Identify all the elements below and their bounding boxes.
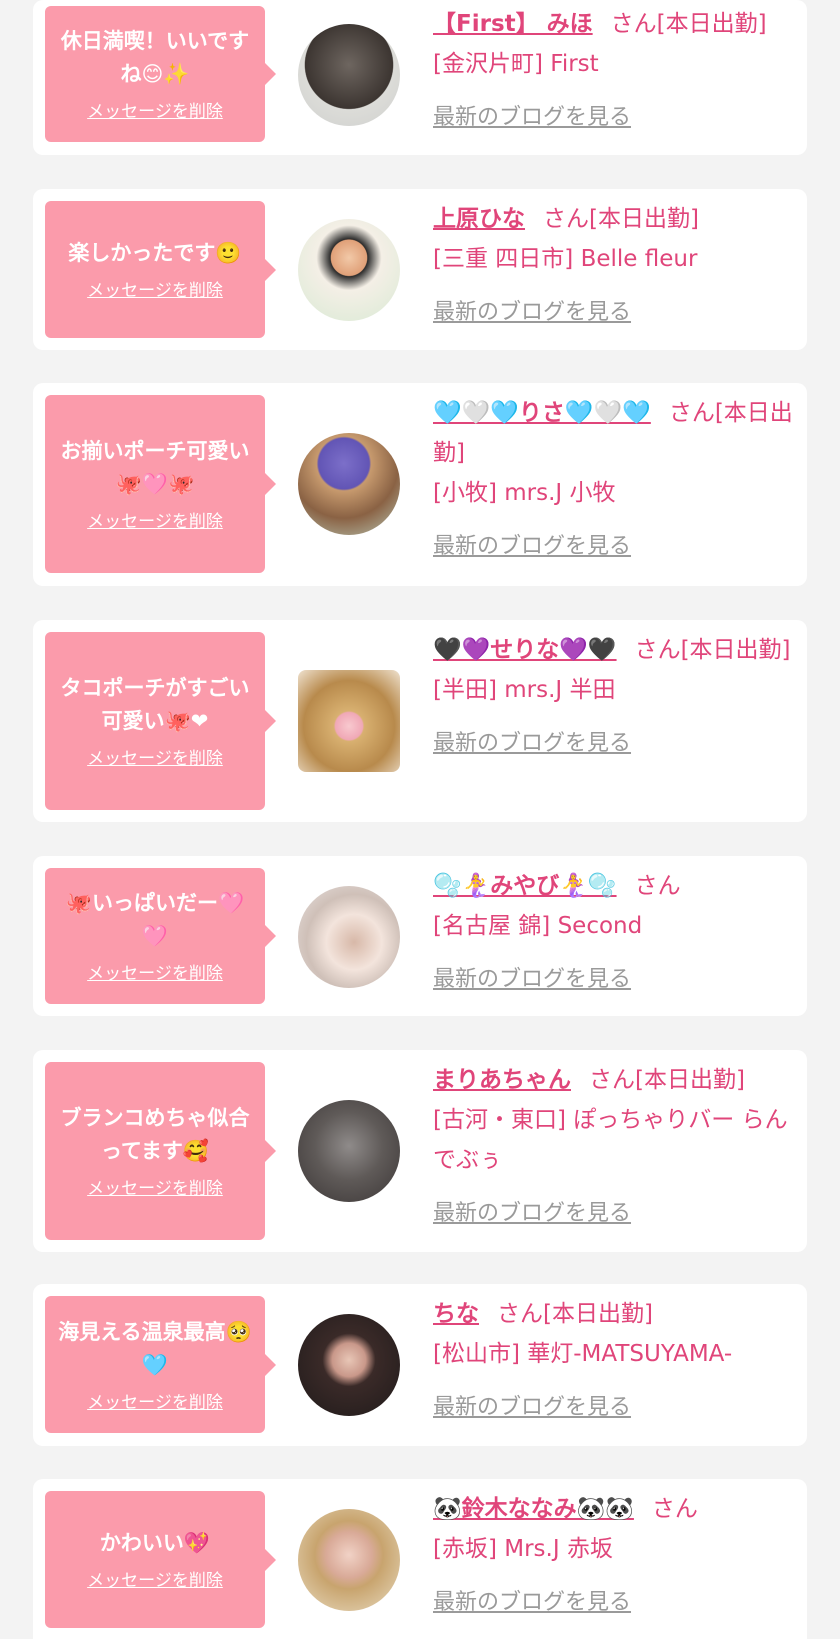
profile-name-link[interactable]: 上原ひな (433, 206, 525, 232)
profile-name-link[interactable]: ちな (433, 1301, 479, 1327)
message-text: 海見える温泉最高🥺🩵 (58, 1319, 252, 1377)
profile-name-link[interactable]: 🐼鈴木ななみ🐼🐼 (433, 1496, 634, 1522)
profile-info: ちな さん[本日出勤] [松山市] 華灯-MATSUYAMA- 最新のブログを見る (433, 1294, 797, 1428)
avatar[interactable] (298, 1509, 400, 1611)
message-bubble: 🐙いっぱいだー🩷🩷 メッセージを削除 (45, 868, 276, 1004)
delete-message-link[interactable]: メッセージを削除 (55, 280, 255, 302)
message-card: お揃いポーチ可愛い🐙🩷🐙 メッセージを削除 🩵🤍🩵りさ🩵🤍🩵 さん[本日出勤] [… (33, 383, 807, 586)
message-card: ブランコめちゃ似合ってます🥰 メッセージを削除 まりあちゃん さん[本日出勤] [… (33, 1050, 807, 1252)
message-card: 楽しかったです🙂 メッセージを削除 上原ひな さん[本日出勤] [三重 四日市] … (33, 189, 807, 350)
status-text: さん[本日出勤] (634, 637, 791, 663)
shop-text: [名古屋 錦] Second (433, 913, 643, 939)
avatar[interactable] (298, 1100, 400, 1202)
profile-info: 🐼鈴木ななみ🐼🐼 さん [赤坂] Mrs.J 赤坂 最新のブログを見る (433, 1489, 797, 1623)
message-text: 楽しかったです🙂 (68, 241, 242, 265)
message-bubble: 楽しかったです🙂 メッセージを削除 (45, 201, 276, 338)
avatar[interactable] (298, 433, 400, 535)
message-list: 休日満喫！いいですね😊✨ メッセージを削除 【First】 みほ さん[本日出勤]… (0, 0, 840, 1639)
shop-text: [松山市] 華灯-MATSUYAMA- (433, 1341, 733, 1367)
avatar[interactable] (298, 1314, 400, 1416)
delete-message-link[interactable]: メッセージを削除 (55, 963, 255, 985)
message-text: かわいい💖 (99, 1531, 211, 1555)
message-card: 海見える温泉最高🥺🩵 メッセージを削除 ちな さん[本日出勤] [松山市] 華灯-… (33, 1284, 807, 1446)
message-bubble: かわいい💖 メッセージを削除 (45, 1491, 276, 1628)
latest-blog-link[interactable]: 最新のブログを見る (433, 98, 631, 138)
profile-info: 🫧🧜‍♀️みやび🧜‍♀️🫧 さん [名古屋 錦] Second 最新のブログを見る (433, 866, 797, 1000)
profile-info: 上原ひな さん[本日出勤] [三重 四日市] Belle fleur 最新のブログ… (433, 199, 797, 333)
delete-message-link[interactable]: メッセージを削除 (55, 511, 255, 533)
message-card: 休日満喫！いいですね😊✨ メッセージを削除 【First】 みほ さん[本日出勤]… (33, 0, 807, 155)
message-text: タコポーチがすごい可愛い🐙❤ (60, 676, 250, 733)
message-card: 🐙いっぱいだー🩷🩷 メッセージを削除 🫧🧜‍♀️みやび🧜‍♀️🫧 さん [名古屋 … (33, 856, 807, 1016)
message-text: 休日満喫！いいですね😊✨ (60, 29, 250, 86)
avatar[interactable] (298, 219, 400, 321)
shop-text: [赤坂] Mrs.J 赤坂 (433, 1536, 613, 1562)
profile-info: まりあちゃん さん[本日出勤] [古河・東口] ぽっちゃりバー らんでぶぅ 最新の… (433, 1060, 797, 1234)
message-bubble: 休日満喫！いいですね😊✨ メッセージを削除 (45, 6, 276, 142)
message-bubble: ブランコめちゃ似合ってます🥰 メッセージを削除 (45, 1062, 276, 1240)
latest-blog-link[interactable]: 最新のブログを見る (433, 293, 631, 333)
shop-text: [半田] mrs.J 半田 (433, 677, 616, 703)
shop-text: [古河・東口] ぽっちゃりバー らんでぶぅ (433, 1107, 788, 1173)
latest-blog-link[interactable]: 最新のブログを見る (433, 1194, 631, 1234)
profile-name-link[interactable]: 🫧🧜‍♀️みやび🧜‍♀️🫧 (433, 873, 617, 899)
latest-blog-link[interactable]: 最新のブログを見る (433, 960, 631, 1000)
message-card: タコポーチがすごい可愛い🐙❤ メッセージを削除 🖤💜せりな💜🖤 さん[本日出勤] … (33, 620, 807, 822)
status-text: さん (651, 1496, 698, 1522)
delete-message-link[interactable]: メッセージを削除 (55, 101, 255, 123)
status-text: さん[本日出勤] (610, 11, 767, 37)
status-text: さん[本日出勤] (589, 1067, 745, 1093)
delete-message-link[interactable]: メッセージを削除 (55, 1392, 255, 1414)
profile-name-link[interactable]: まりあちゃん (433, 1067, 571, 1093)
message-text: 🐙いっぱいだー🩷🩷 (65, 891, 245, 948)
profile-name-link[interactable]: 🩵🤍🩵りさ🩵🤍🩵 (433, 400, 651, 426)
message-text: お揃いポーチ可愛い🐙🩷🐙 (60, 439, 250, 496)
profile-name-link[interactable]: 【First】 みほ (433, 11, 593, 37)
latest-blog-link[interactable]: 最新のブログを見る (433, 724, 631, 764)
shop-text: [小牧] mrs.J 小牧 (433, 480, 616, 506)
message-card: かわいい💖 メッセージを削除 🐼鈴木ななみ🐼🐼 さん [赤坂] Mrs.J 赤坂 … (33, 1479, 807, 1639)
delete-message-link[interactable]: メッセージを削除 (55, 1570, 255, 1592)
profile-name-link[interactable]: 🖤💜せりな💜🖤 (433, 637, 617, 663)
avatar[interactable] (298, 670, 400, 772)
avatar[interactable] (298, 24, 400, 126)
avatar[interactable] (298, 886, 400, 988)
delete-message-link[interactable]: メッセージを削除 (55, 748, 255, 770)
profile-info: 【First】 みほ さん[本日出勤] [金沢片町] First 最新のブログを見… (433, 4, 797, 138)
latest-blog-link[interactable]: 最新のブログを見る (433, 527, 631, 567)
message-text: ブランコめちゃ似合ってます🥰 (60, 1106, 250, 1163)
status-text: さん (634, 873, 681, 899)
status-text: さん[本日出勤] (543, 206, 699, 232)
message-bubble: 海見える温泉最高🥺🩵 メッセージを削除 (45, 1296, 276, 1433)
delete-message-link[interactable]: メッセージを削除 (55, 1178, 255, 1200)
status-text: さん[本日出勤] (497, 1301, 653, 1327)
message-bubble: お揃いポーチ可愛い🐙🩷🐙 メッセージを削除 (45, 395, 276, 573)
profile-info: 🖤💜せりな💜🖤 さん[本日出勤] [半田] mrs.J 半田 最新のブログを見る (433, 630, 797, 764)
latest-blog-link[interactable]: 最新のブログを見る (433, 1388, 631, 1428)
latest-blog-link[interactable]: 最新のブログを見る (433, 1583, 631, 1623)
message-bubble: タコポーチがすごい可愛い🐙❤ メッセージを削除 (45, 632, 276, 810)
profile-info: 🩵🤍🩵りさ🩵🤍🩵 さん[本日出勤] [小牧] mrs.J 小牧 最新のブログを見る (433, 393, 797, 567)
shop-text: [金沢片町] First (433, 51, 599, 77)
shop-text: [三重 四日市] Belle fleur (433, 246, 698, 272)
